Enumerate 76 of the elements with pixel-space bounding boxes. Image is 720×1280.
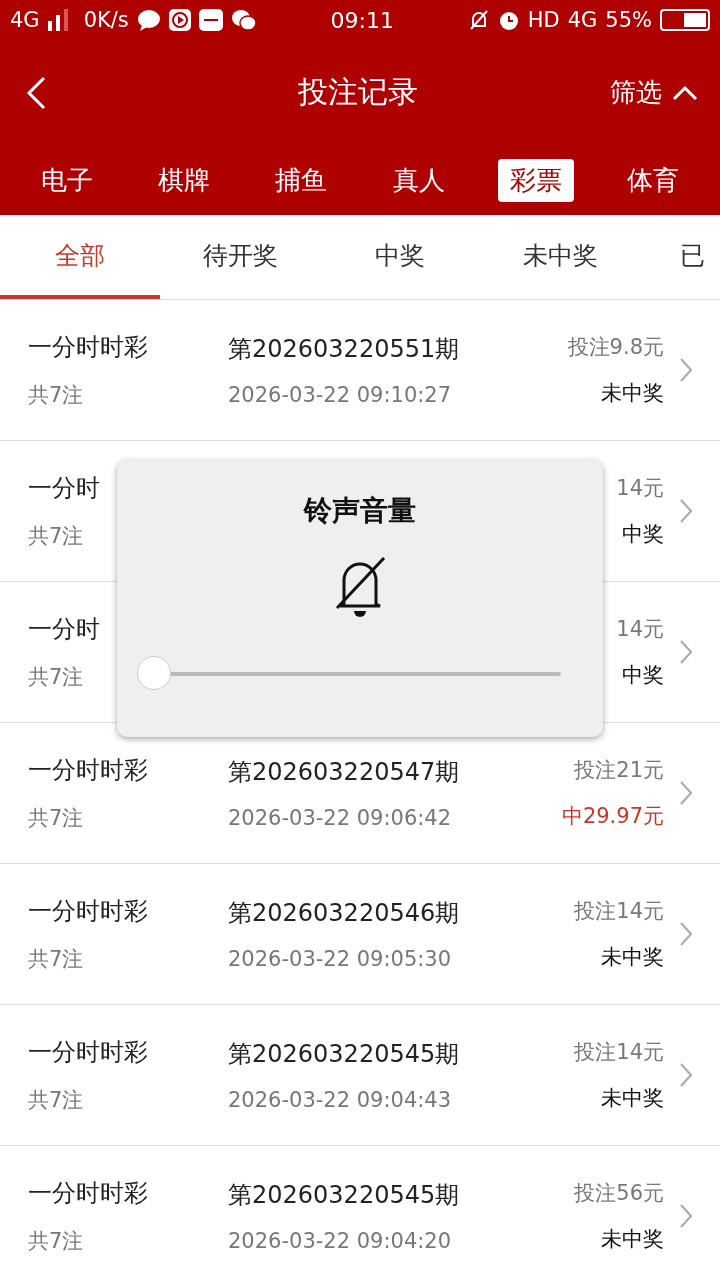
result-status: 中奖 [622, 521, 664, 548]
bet-time: 2026-03-22 09:10:27 [228, 383, 452, 407]
stake-amount: 投注56元 [574, 1180, 664, 1207]
result-status: 未中奖 [601, 1085, 664, 1112]
filter-tab[interactable]: 已 [640, 215, 720, 299]
chevron-right-icon[interactable] [680, 640, 692, 664]
stake-amount: 投注14元 [574, 898, 664, 925]
stake-amount: 投注21元 [574, 757, 664, 784]
game-name: 一分时时彩 [28, 332, 148, 363]
chevron-up-icon [672, 84, 698, 101]
issue-number: 第202603220551期 [228, 334, 460, 365]
bet-time: 2026-03-22 09:06:42 [228, 806, 452, 830]
chat-icon [230, 9, 257, 31]
filter-tab[interactable]: 待开奖 [160, 215, 320, 299]
result-status: 未中奖 [601, 380, 664, 407]
bet-count: 共7注 [28, 382, 84, 409]
play-icon [168, 9, 191, 31]
bet-count: 共7注 [28, 523, 84, 550]
issue-number: 第202603220545期 [228, 1039, 460, 1070]
category-tab[interactable]: 体育 [615, 158, 692, 202]
game-name: 一分时时彩 [28, 1037, 148, 1068]
issue-number: 第202603220547期 [228, 757, 460, 788]
category-tab[interactable]: 电子 [28, 158, 105, 202]
result-status: 未中奖 [601, 1226, 664, 1253]
chevron-right-icon[interactable] [680, 922, 692, 946]
stake-amount: 14元 [616, 475, 664, 502]
game-name: 一分时时彩 [28, 896, 148, 927]
app-icon [198, 9, 223, 31]
issue-number: 第202603220545期 [228, 1180, 460, 1211]
muted-bell-icon [334, 554, 386, 618]
result-status: 中奖 [622, 662, 664, 689]
chevron-right-icon[interactable] [680, 781, 692, 805]
bet-count: 共7注 [28, 1228, 84, 1255]
filter-tab[interactable]: 未中奖 [480, 215, 640, 299]
stake-amount: 14元 [616, 616, 664, 643]
stake-amount: 投注14元 [574, 1039, 664, 1066]
dialog-title: 铃声音量 [304, 493, 416, 529]
network-type: 4G [10, 8, 40, 32]
chevron-right-icon[interactable] [680, 358, 692, 382]
network-type: 4G [567, 8, 598, 32]
chevron-right-icon[interactable] [680, 1204, 692, 1228]
bet-time: 2026-03-22 09:04:20 [228, 1229, 452, 1253]
bet-count: 共7注 [28, 664, 84, 691]
chevron-right-icon[interactable] [680, 499, 692, 523]
result-status: 中29.97元 [561, 803, 664, 830]
result-status: 未中奖 [601, 944, 664, 971]
filter-tab[interactable]: 全部 [0, 215, 160, 299]
network-speed: 0K/s [83, 8, 129, 32]
category-tab[interactable]: 真人 [380, 158, 457, 202]
issue-number: 第202603220546期 [228, 898, 460, 929]
bet-count: 共7注 [28, 805, 84, 832]
slider-thumb[interactable] [137, 656, 171, 690]
filter-button[interactable]: 筛选 [610, 75, 698, 110]
bet-time: 2026-03-22 09:04:43 [228, 1088, 452, 1112]
battery-icon [660, 9, 710, 31]
game-name: 一分时时彩 [28, 755, 148, 786]
stake-amount: 投注9.8元 [567, 334, 664, 361]
game-name: 一分时 [28, 614, 100, 645]
chat-bubble-icon [136, 9, 161, 31]
game-name: 一分时时彩 [28, 1178, 148, 1209]
alarm-icon [497, 9, 520, 31]
back-icon[interactable] [26, 75, 46, 110]
muted-bell-icon [467, 9, 490, 31]
category-tab[interactable]: 棋牌 [146, 158, 222, 202]
hd-label: HD [527, 8, 560, 32]
category-tab[interactable]: 捕鱼 [263, 158, 340, 202]
bet-time: 2026-03-22 09:05:30 [228, 947, 452, 971]
game-name: 一分时 [28, 473, 100, 504]
page-title: 投注记录 [297, 73, 419, 111]
filter-tab[interactable]: 中奖 [320, 215, 480, 299]
clock: 09:11 [330, 7, 394, 33]
bet-count: 共7注 [28, 1087, 84, 1114]
bet-count: 共7注 [28, 946, 84, 973]
chevron-right-icon[interactable] [680, 1063, 692, 1087]
battery-level: 55% [605, 8, 652, 32]
category-tab[interactable]: 彩票 [497, 158, 574, 202]
